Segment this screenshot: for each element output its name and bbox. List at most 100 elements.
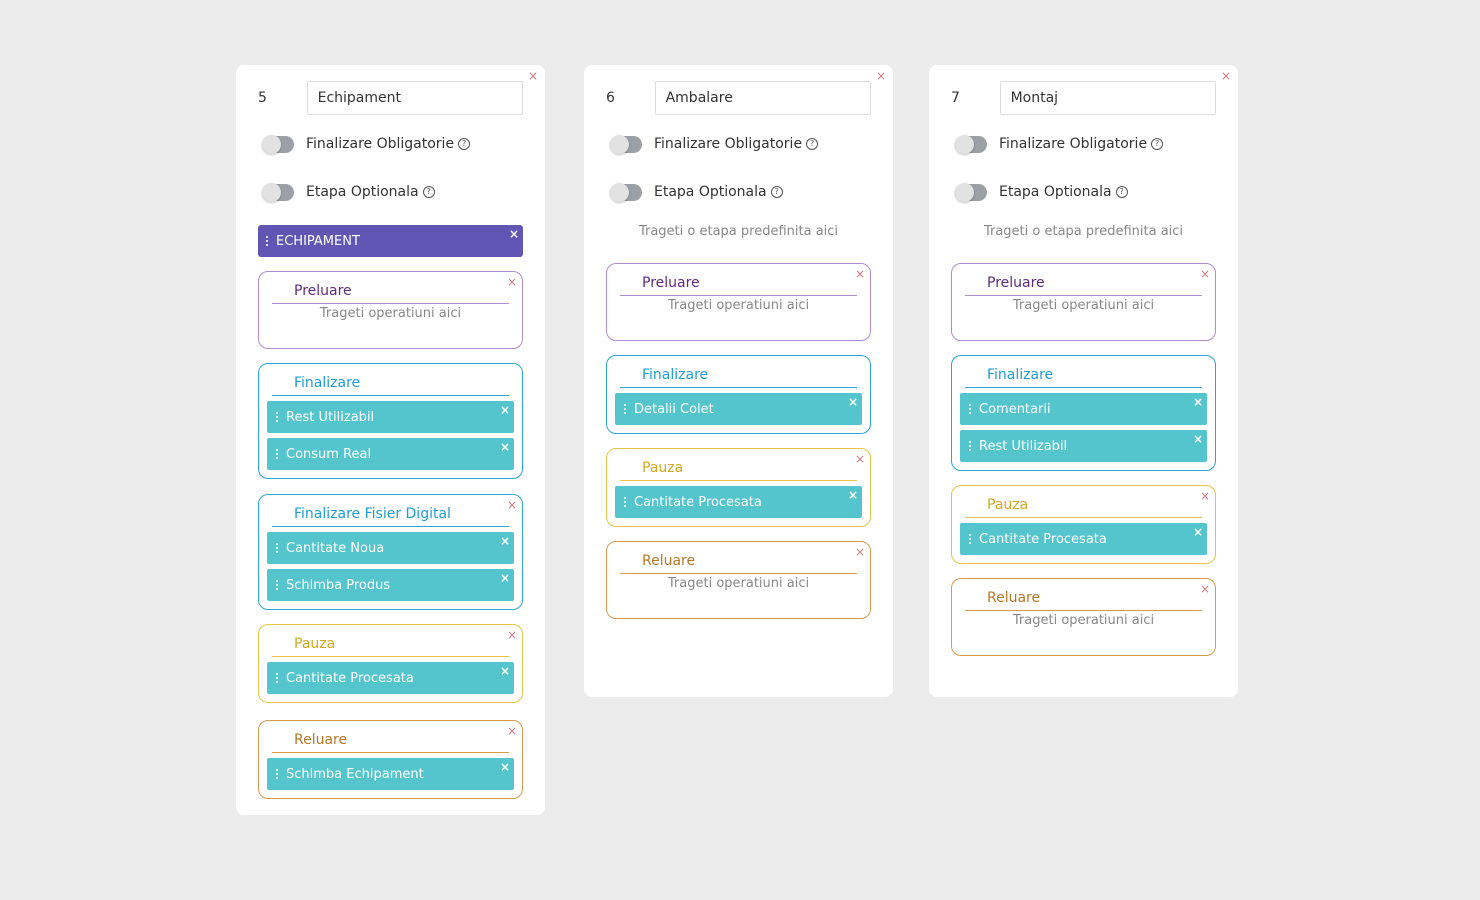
drag-handle-icon[interactable] — [276, 769, 278, 779]
operation-chip[interactable]: Rest Utilizabil × — [267, 401, 514, 433]
section-title: Finalizare — [272, 370, 509, 396]
close-icon[interactable]: × — [500, 441, 510, 453]
drop-zone[interactable]: Trageti operatiuni aici — [615, 576, 862, 610]
operation-chip[interactable]: Comentarii × — [960, 393, 1207, 425]
section-finalizare-fisier-digital: × Finalizare Fisier Digital Cantitate No… — [258, 494, 523, 610]
close-icon[interactable]: × — [855, 545, 865, 559]
operation-label: Cantitate Procesata — [634, 494, 762, 510]
stage-drop-zone[interactable]: Trageti o etapa predefinita aici — [606, 216, 871, 248]
close-icon[interactable]: × — [500, 404, 510, 416]
help-icon[interactable]: ? — [422, 186, 435, 198]
operation-label: Detalii Colet — [634, 401, 714, 417]
drag-handle-icon[interactable] — [969, 404, 971, 414]
optional-stage-toggle[interactable] — [955, 182, 987, 202]
section-reluare: × Reluare Trageti operatiuni aici — [606, 541, 871, 619]
drag-handle-icon[interactable] — [276, 412, 278, 422]
close-icon[interactable]: × — [855, 267, 865, 281]
drag-handle-icon[interactable] — [624, 497, 626, 507]
operation-chip[interactable]: Detalii Colet × — [615, 393, 862, 425]
close-icon[interactable]: × — [1200, 582, 1210, 596]
close-icon[interactable]: × — [1200, 267, 1210, 281]
drag-handle-icon[interactable] — [969, 534, 971, 544]
drop-zone[interactable]: Trageti operatiuni aici — [960, 298, 1207, 332]
close-icon[interactable]: × — [509, 228, 519, 240]
drop-zone[interactable]: Trageti operatiuni aici — [615, 298, 862, 332]
drag-handle-icon[interactable] — [276, 673, 278, 683]
operation-label: Cantitate Procesata — [286, 670, 414, 686]
optional-stage-toggle[interactable] — [262, 182, 294, 202]
section-pauza: × Pauza Cantitate Procesata × — [606, 448, 871, 527]
close-icon[interactable]: × — [876, 69, 886, 83]
help-icon[interactable]: ? — [770, 186, 783, 198]
operation-chip[interactable]: Schimba Produs × — [267, 569, 514, 601]
operation-label: Schimba Produs — [286, 577, 391, 593]
stage-card-6: × 6 Finalizare Obligatorie ? Etapa Optio… — [584, 65, 893, 697]
predefined-stage-chip[interactable]: ECHIPAMENT × — [258, 225, 523, 257]
close-icon[interactable]: × — [507, 275, 517, 289]
stage-number: 5 — [258, 90, 267, 106]
section-preluare: × Preluare Trageti operatiuni aici — [951, 263, 1216, 341]
section-title: Preluare — [620, 270, 857, 296]
close-icon[interactable]: × — [507, 498, 517, 512]
close-icon[interactable]: × — [1193, 526, 1203, 538]
stage-drop-zone[interactable]: Trageti o etapa predefinita aici — [951, 216, 1216, 248]
toggle-label: Etapa Optionala — [654, 184, 767, 200]
close-icon[interactable]: × — [500, 761, 510, 773]
close-icon[interactable]: × — [500, 572, 510, 584]
stage-name-input[interactable] — [999, 81, 1216, 115]
operation-label: Rest Utilizabil — [979, 438, 1068, 454]
drag-handle-icon[interactable] — [276, 543, 278, 553]
optional-stage-row: Etapa Optionala ? — [258, 168, 523, 216]
required-finish-toggle[interactable] — [262, 134, 294, 154]
section-preluare: × Preluare Trageti operatiuni aici — [606, 263, 871, 341]
stage-name-input[interactable] — [306, 81, 523, 115]
toggle-label: Finalizare Obligatorie — [654, 136, 803, 152]
card-header: 6 — [606, 81, 871, 115]
drag-handle-icon[interactable] — [624, 404, 626, 414]
drag-handle-icon[interactable] — [276, 580, 278, 590]
close-icon[interactable]: × — [1221, 69, 1231, 83]
operation-chip[interactable]: Cantitate Procesata × — [267, 662, 514, 694]
operation-chip[interactable]: Cantitate Procesata × — [615, 486, 862, 518]
help-icon[interactable]: ? — [1151, 138, 1164, 150]
operation-label: Cantitate Procesata — [979, 531, 1107, 547]
close-icon[interactable]: × — [848, 396, 858, 408]
drag-handle-icon[interactable] — [969, 441, 971, 451]
stage-name-input[interactable] — [654, 81, 871, 115]
section-title: Preluare — [272, 278, 509, 304]
close-icon[interactable]: × — [507, 724, 517, 738]
operation-chip[interactable]: Rest Utilizabil × — [960, 430, 1207, 462]
close-icon[interactable]: × — [1193, 433, 1203, 445]
operation-chip[interactable]: Cantitate Noua × — [267, 532, 514, 564]
close-icon[interactable]: × — [1193, 396, 1203, 408]
required-finish-row: Finalizare Obligatorie ? — [258, 120, 523, 168]
drop-zone[interactable]: Trageti operatiuni aici — [960, 613, 1207, 647]
close-icon[interactable]: × — [507, 628, 517, 642]
toggle-label: Finalizare Obligatorie — [306, 136, 455, 152]
drop-zone[interactable]: Trageti operatiuni aici — [267, 306, 514, 340]
close-icon[interactable]: × — [528, 69, 538, 83]
drag-handle-icon[interactable] — [266, 236, 268, 246]
operation-chip[interactable]: Schimba Echipament × — [267, 758, 514, 790]
close-icon[interactable]: × — [1200, 489, 1210, 503]
optional-stage-toggle[interactable] — [610, 182, 642, 202]
operation-label: Rest Utilizabil — [286, 409, 375, 425]
section-pauza: × Pauza Cantitate Procesata × — [951, 485, 1216, 564]
close-icon[interactable]: × — [848, 489, 858, 501]
help-icon[interactable]: ? — [1115, 186, 1128, 198]
close-icon[interactable]: × — [855, 452, 865, 466]
close-icon[interactable]: × — [500, 535, 510, 547]
section-title: Reluare — [965, 585, 1202, 611]
operation-chip[interactable]: Consum Real × — [267, 438, 514, 470]
drag-handle-icon[interactable] — [276, 449, 278, 459]
stage-chip-label: ECHIPAMENT — [276, 233, 360, 249]
required-finish-toggle[interactable] — [955, 134, 987, 154]
stage-number: 6 — [606, 90, 615, 106]
help-icon[interactable]: ? — [458, 138, 471, 150]
toggle-label: Finalizare Obligatorie — [999, 136, 1148, 152]
help-icon[interactable]: ? — [806, 138, 819, 150]
section-title: Reluare — [620, 548, 857, 574]
close-icon[interactable]: × — [500, 665, 510, 677]
required-finish-toggle[interactable] — [610, 134, 642, 154]
operation-chip[interactable]: Cantitate Procesata × — [960, 523, 1207, 555]
